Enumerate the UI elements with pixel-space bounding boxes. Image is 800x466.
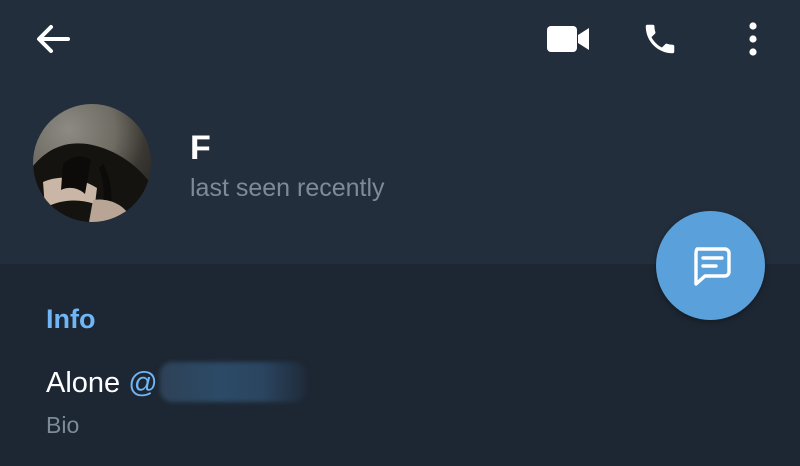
video-call-button[interactable]	[540, 18, 596, 60]
message-icon	[693, 246, 731, 286]
bio-label: Bio	[46, 412, 80, 438]
send-message-button[interactable]	[656, 211, 765, 320]
redacted-username	[159, 362, 306, 402]
info-section-title: Info	[46, 304, 96, 334]
voice-call-button[interactable]	[634, 14, 686, 64]
bio-content: Alone	[46, 367, 121, 399]
username-link[interactable]: @	[128, 362, 306, 402]
arrow-left-icon	[37, 25, 70, 53]
phone-icon	[645, 24, 675, 54]
contact-name: F	[190, 129, 211, 167]
avatar[interactable]	[33, 104, 151, 222]
username-prefix: @	[128, 367, 158, 399]
more-options-button[interactable]	[736, 16, 770, 62]
more-vertical-icon	[749, 22, 757, 56]
video-camera-icon	[547, 26, 589, 52]
last-seen-status: last seen recently	[190, 174, 385, 202]
back-button[interactable]	[28, 18, 78, 60]
bio-text[interactable]: Alone @	[46, 362, 306, 402]
avatar-photo	[33, 143, 151, 222]
